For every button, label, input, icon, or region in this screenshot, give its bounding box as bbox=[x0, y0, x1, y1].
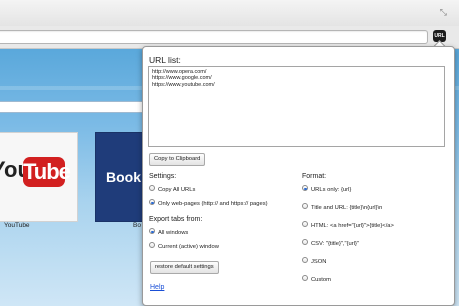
address-bar[interactable] bbox=[0, 30, 428, 44]
format-option-custom[interactable]: Custom bbox=[302, 275, 331, 284]
extension-popup: URL list: http://www.opera.com/ https://… bbox=[142, 46, 455, 306]
format-label: Format: bbox=[302, 173, 327, 180]
radio-checked-icon[interactable] bbox=[149, 199, 155, 206]
booking-logo: Book bbox=[106, 169, 141, 185]
radio-icon[interactable] bbox=[149, 242, 155, 249]
url-list-label: URL list: bbox=[149, 55, 181, 65]
resize-icon[interactable]: ⤡ bbox=[440, 7, 447, 18]
radio-checked-icon[interactable] bbox=[302, 185, 308, 192]
format-option-html[interactable]: HTML: <a href="{url}">{title}</a> bbox=[302, 221, 394, 230]
format-option-label: CSV: "{title}","{url}" bbox=[311, 241, 359, 247]
export-option-current-window[interactable]: Current (active) window bbox=[149, 242, 219, 251]
radio-icon[interactable] bbox=[302, 203, 308, 210]
radio-icon[interactable] bbox=[302, 257, 308, 264]
radio-checked-icon[interactable] bbox=[149, 228, 155, 235]
export-option-all-windows[interactable]: All windows bbox=[149, 228, 189, 237]
speed-dial-caption-booking: Bo bbox=[133, 222, 141, 229]
copy-to-clipboard-button[interactable]: Copy to Clipboard bbox=[149, 153, 206, 166]
settings-option-label: Only web-pages (http:// and https:// pag… bbox=[158, 201, 268, 207]
format-option-label: HTML: <a href="{url}">{title}</a> bbox=[311, 223, 394, 229]
speed-dial-tile-youtube[interactable]: You Tube bbox=[0, 132, 78, 222]
radio-icon[interactable] bbox=[302, 221, 308, 228]
format-option-label: Title and URL: {title}\n{url}\n bbox=[311, 205, 383, 211]
radio-icon[interactable] bbox=[149, 185, 155, 192]
format-option-csv[interactable]: CSV: "{title}","{url}" bbox=[302, 239, 359, 248]
speed-dial-caption-youtube: YouTube bbox=[4, 222, 30, 229]
radio-icon[interactable] bbox=[302, 239, 308, 246]
export-option-label: Current (active) window bbox=[158, 244, 219, 250]
format-option-urls-only[interactable]: URLs only: {url} bbox=[302, 185, 352, 194]
settings-label: Settings: bbox=[149, 173, 177, 180]
url-list-textarea[interactable]: http://www.opera.com/ https://www.google… bbox=[148, 66, 445, 147]
settings-option-copy-all[interactable]: Copy All URLs bbox=[149, 185, 196, 194]
format-option-label: URLs only: {url} bbox=[311, 187, 352, 193]
export-option-label: All windows bbox=[158, 230, 189, 236]
help-link[interactable]: Help bbox=[150, 284, 164, 291]
restore-defaults-button[interactable]: restore default settings bbox=[150, 261, 219, 274]
browser-tabbar: ⤡ bbox=[0, 0, 459, 26]
settings-option-label: Copy All URLs bbox=[158, 187, 196, 193]
format-option-label: JSON bbox=[311, 259, 327, 265]
export-tabs-label: Export tabs from: bbox=[149, 216, 203, 223]
format-option-json[interactable]: JSON bbox=[302, 257, 327, 266]
settings-option-web-pages[interactable]: Only web-pages (http:// and https:// pag… bbox=[149, 199, 268, 208]
radio-icon[interactable] bbox=[302, 275, 308, 282]
format-option-label: Custom bbox=[311, 277, 331, 283]
youtube-logo-box: Tube bbox=[23, 157, 71, 187]
format-option-title-url[interactable]: Title and URL: {title}\n{url}\n bbox=[302, 203, 383, 212]
